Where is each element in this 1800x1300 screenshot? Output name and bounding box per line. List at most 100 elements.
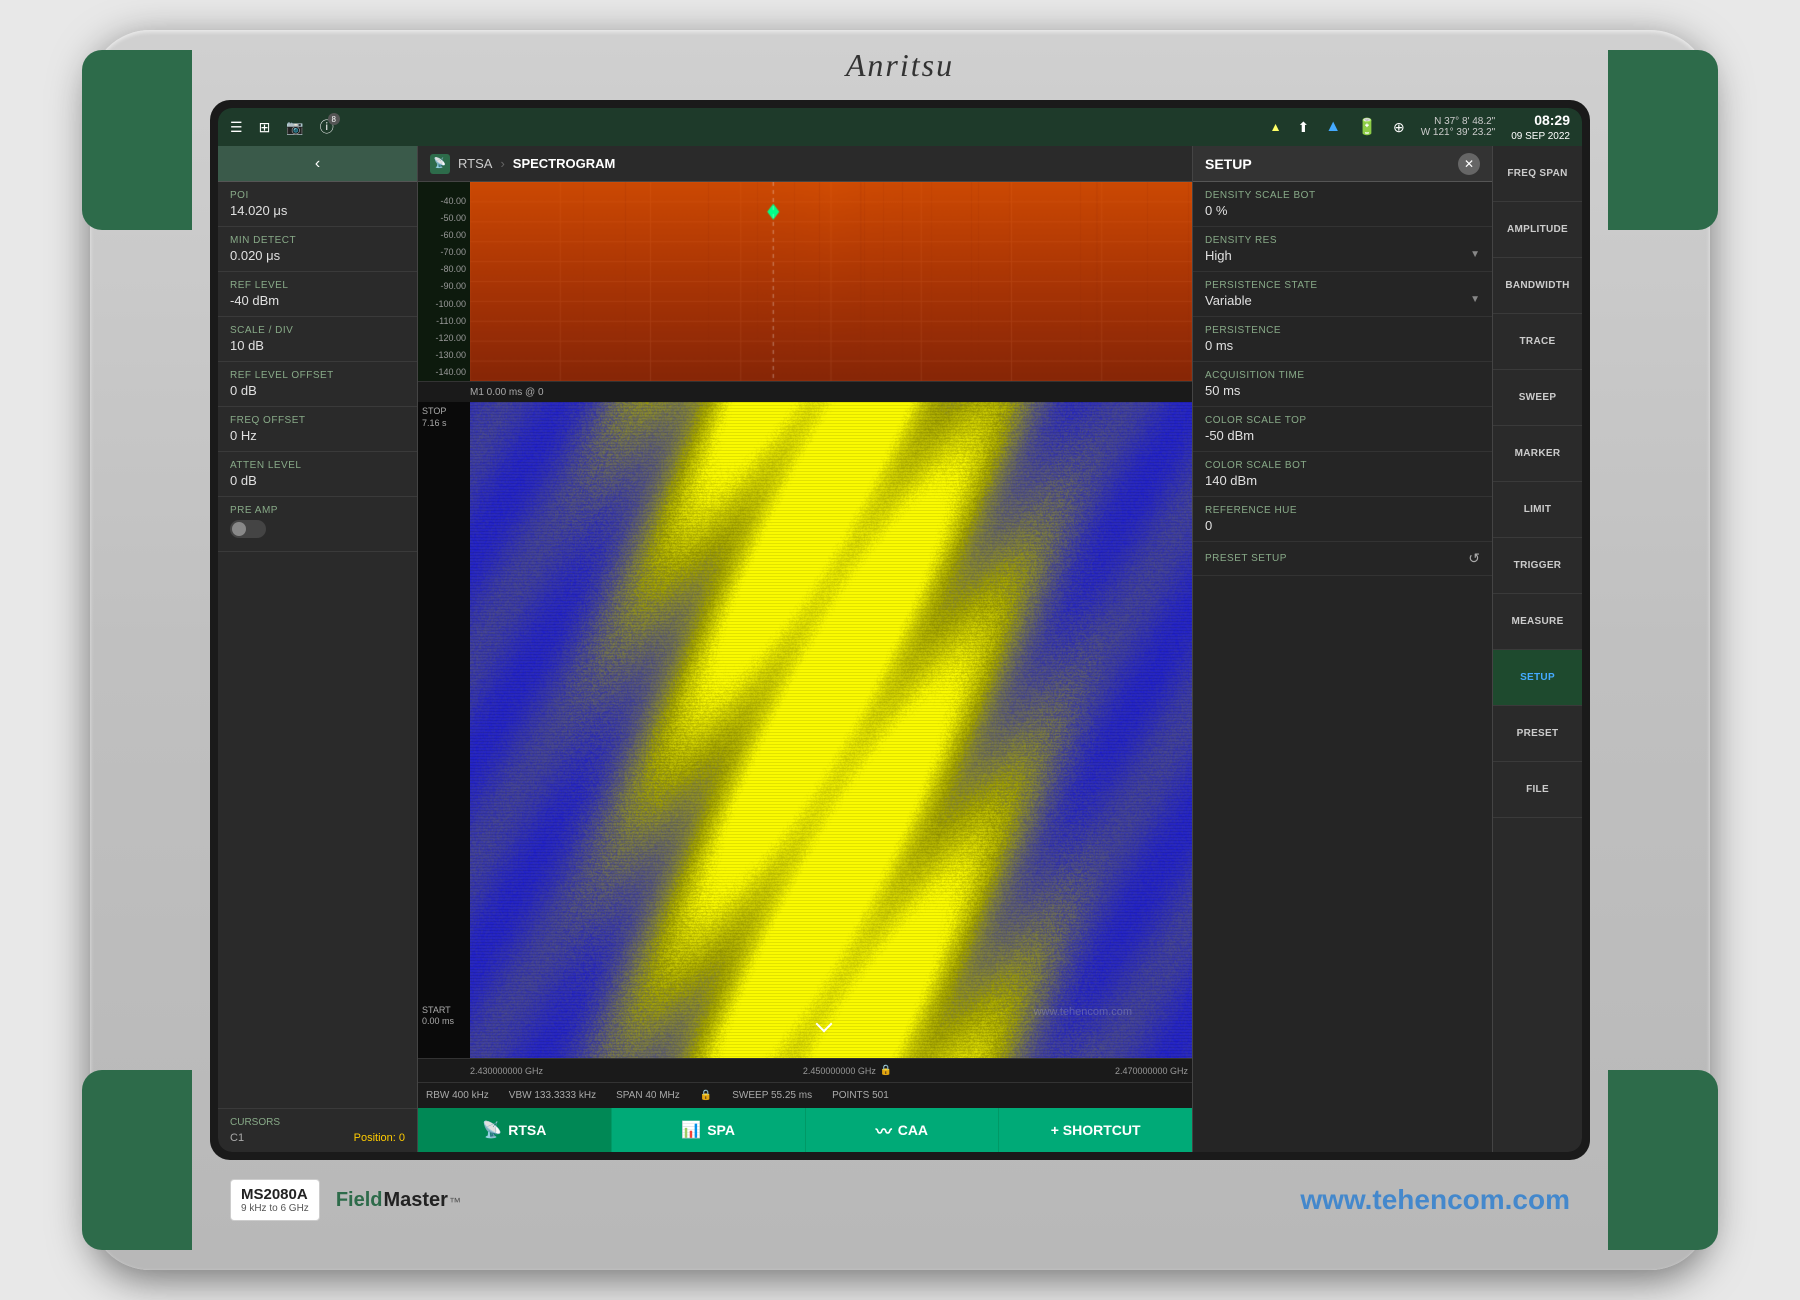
setup-reference-hue[interactable]: REFERENCE HUE 0 xyxy=(1193,497,1492,542)
setup-acquisition-time[interactable]: ACQUISITION TIME 50 ms xyxy=(1193,362,1492,407)
website-url: www.tehencom.com xyxy=(1300,1184,1570,1216)
spectrogram-marker: M1 0.00 ms @ 0 xyxy=(470,387,544,398)
param-pre-amp[interactable]: PRE AMP xyxy=(218,497,417,552)
tab-caa-label: CAA xyxy=(898,1122,928,1138)
wifi-icon: ▲ xyxy=(1325,118,1341,136)
span-lock-icon: 🔒 xyxy=(700,1090,712,1101)
setup-color-scale-bot[interactable]: COLOR SCALE BOT 140 dBm xyxy=(1193,452,1492,497)
menu-limit[interactable]: LIMIT xyxy=(1493,482,1582,538)
info-points: POINTS 501 xyxy=(832,1090,889,1101)
device-shell: Anritsu ☰ ⊞ 📷 ⓘ8 ▲ ⬆ ▲ 🔋 ⊕ N 37° 8' 48.2… xyxy=(90,30,1710,1270)
setup-close-button[interactable]: ✕ xyxy=(1458,153,1480,175)
menu-sweep[interactable]: SWEEP xyxy=(1493,370,1582,426)
setup-header: SETUP ✕ xyxy=(1193,146,1492,182)
spectrum-chart: M1 -70.31 dBm @ 2.439276449 GHz -40.00 -… xyxy=(418,182,1192,382)
menu-marker[interactable]: MARKER xyxy=(1493,426,1582,482)
cursor-c1-row: C1 Position: 0 xyxy=(230,1132,405,1144)
persistence-state-dropdown-arrow: ▼ xyxy=(1470,294,1480,305)
device-bottom: MS2080A 9 kHz to 6 GHz FieldMaster™ www.… xyxy=(90,1160,1710,1240)
info-rbw: RBW 400 kHz xyxy=(426,1090,489,1101)
param-ref-level[interactable]: REF LEVEL -40 dBm xyxy=(218,272,417,317)
main-area: ‹ POI 14.020 μs MIN DETECT 0.020 μs REF … xyxy=(218,146,1582,1152)
tab-rtsa[interactable]: 📡 RTSA xyxy=(418,1108,612,1152)
param-ref-level-offset[interactable]: REF LEVEL OFFSET 0 dB xyxy=(218,362,417,407)
right-menu: FREQ SPAN AMPLITUDE BANDWIDTH TRACE SWEE… xyxy=(1492,146,1582,1152)
tab-spa-label: SPA xyxy=(707,1122,735,1138)
setup-preset-setup[interactable]: PRESET SETUP ↺ xyxy=(1193,542,1492,576)
freq-center: 2.450000000 GHz 🔒 xyxy=(803,1065,893,1076)
cursors-section: CURSORS C1 Position: 0 xyxy=(218,1108,417,1152)
menu-amplitude[interactable]: AMPLITUDE xyxy=(1493,202,1582,258)
corner-tr xyxy=(1608,50,1718,230)
spectrum-canvas xyxy=(470,182,1192,381)
menu-setup[interactable]: SETUP xyxy=(1493,650,1582,706)
freq-axis: 2.430000000 GHz 2.450000000 GHz 🔒 2.4700… xyxy=(418,1058,1192,1082)
setup-persistence-state[interactable]: PERSISTENCE STATE Variable ▼ xyxy=(1193,272,1492,317)
pre-amp-toggle[interactable] xyxy=(230,520,266,538)
setup-color-scale-top[interactable]: COLOR SCALE TOP -50 dBm xyxy=(1193,407,1492,452)
menu-measure[interactable]: MEASURE xyxy=(1493,594,1582,650)
watermark: www.tehencom.com xyxy=(1034,1006,1132,1018)
menu-freq-span[interactable]: FREQ SPAN xyxy=(1493,146,1582,202)
caa-tab-icon: 〰 xyxy=(876,1118,892,1142)
param-atten-level[interactable]: ATTEN LEVEL 0 dB xyxy=(218,452,417,497)
setup-density-res[interactable]: DENSITY RES High ▼ xyxy=(1193,227,1492,272)
gps-coords: N 37° 8' 48.2" W 121° 39' 23.2" xyxy=(1421,116,1496,138)
corner-tl xyxy=(82,50,192,230)
model-badge: MS2080A 9 kHz to 6 GHz xyxy=(230,1179,320,1221)
info-vbw: VBW 133.3333 kHz xyxy=(509,1090,596,1101)
menu-trigger[interactable]: TRIGGER xyxy=(1493,538,1582,594)
model-range: 9 kHz to 6 GHz xyxy=(241,1203,309,1214)
grid-icon[interactable]: ⊞ xyxy=(259,119,271,136)
stop-label: STOP 7.16 s xyxy=(422,406,447,429)
corner-bl xyxy=(82,1070,192,1250)
setup-density-scale-bot[interactable]: DENSITY SCALE BOT 0 % xyxy=(1193,182,1492,227)
menu-trace[interactable]: TRACE xyxy=(1493,314,1582,370)
left-sidebar: ‹ POI 14.020 μs MIN DETECT 0.020 μs REF … xyxy=(218,146,418,1152)
battery-icon: 🔋 xyxy=(1357,117,1377,137)
status-bar: ☰ ⊞ 📷 ⓘ8 ▲ ⬆ ▲ 🔋 ⊕ N 37° 8' 48.2" W 121°… xyxy=(218,108,1582,146)
share-icon[interactable]: ⬆ xyxy=(1297,119,1309,136)
rtsa-tab-icon: 📡 xyxy=(482,1120,502,1140)
param-scale-div[interactable]: SCALE / DIV 10 dB xyxy=(218,317,417,362)
chart-area: M1 -70.31 dBm @ 2.439276449 GHz -40.00 -… xyxy=(418,182,1192,1152)
param-poi[interactable]: POI 14.020 μs xyxy=(218,182,417,227)
rtsa-icon: 📡 xyxy=(430,154,450,174)
tab-caa[interactable]: 〰 CAA xyxy=(806,1108,1000,1152)
screen-bezel: ☰ ⊞ 📷 ⓘ8 ▲ ⬆ ▲ 🔋 ⊕ N 37° 8' 48.2" W 121°… xyxy=(210,100,1590,1160)
bottom-tabs: 📡 RTSA 📊 SPA 〰 CAA xyxy=(418,1108,1192,1152)
start-label: START 0.00 ms xyxy=(422,1005,454,1028)
tab-spa[interactable]: 📊 SPA xyxy=(612,1108,806,1152)
corner-br xyxy=(1608,1070,1718,1250)
menu-bandwidth[interactable]: BANDWIDTH xyxy=(1493,258,1582,314)
y-axis: -40.00 -50.00 -60.00 -70.00 -80.00 -90.0… xyxy=(418,182,470,381)
param-freq-offset[interactable]: FREQ OFFSET 0 Hz xyxy=(218,407,417,452)
upload-icon[interactable]: ▲ xyxy=(1270,120,1282,134)
sidebar-collapse-button[interactable]: ‹ xyxy=(218,146,417,182)
setup-title: SETUP xyxy=(1205,156,1252,172)
info-span: SPAN 40 MHz xyxy=(616,1090,680,1101)
menu-preset[interactable]: PRESET xyxy=(1493,706,1582,762)
gps-icon: ⊕ xyxy=(1393,119,1405,136)
menu-icon[interactable]: ☰ xyxy=(230,119,243,136)
breadcrumb-current: SPECTROGRAM xyxy=(513,156,616,171)
breadcrumb-bar: 📡 RTSA › SPECTROGRAM xyxy=(418,146,1192,182)
menu-file[interactable]: FILE xyxy=(1493,762,1582,818)
brand-logo: Anritsu xyxy=(846,47,954,84)
breadcrumb-root: RTSA xyxy=(458,156,492,171)
info-icon[interactable]: ⓘ8 xyxy=(320,117,334,137)
spa-tab-icon: 📊 xyxy=(681,1120,701,1140)
tab-shortcut-label: + SHORTCUT xyxy=(1051,1122,1141,1138)
density-res-dropdown-arrow: ▼ xyxy=(1470,249,1480,260)
camera-icon[interactable]: 📷 xyxy=(286,119,303,136)
setup-persistence[interactable]: PERSISTENCE 0 ms xyxy=(1193,317,1492,362)
freq-left: 2.430000000 GHz xyxy=(470,1066,543,1076)
info-bar: RBW 400 kHz VBW 133.3333 kHz SPAN 40 MHz… xyxy=(418,1082,1192,1108)
tab-shortcut[interactable]: + SHORTCUT xyxy=(999,1108,1192,1152)
spectrogram-canvas xyxy=(470,402,1192,1058)
spectrogram-area: STOP 7.16 s START 0.00 ms www.tehencom.c… xyxy=(418,402,1192,1058)
freq-right: 2.470000000 GHz xyxy=(1115,1066,1188,1076)
model-number: MS2080A xyxy=(241,1186,309,1203)
param-min-detect[interactable]: MIN DETECT 0.020 μs xyxy=(218,227,417,272)
fieldmaster-logo: FieldMaster™ xyxy=(336,1189,461,1212)
